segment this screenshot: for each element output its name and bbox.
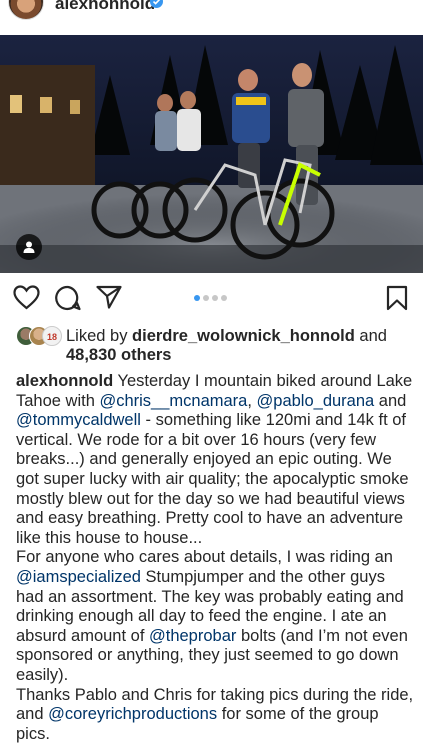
caption-paragraph: For anyone who cares about details, I wa… [16, 548, 414, 685]
mention-link[interactable]: @tommycaldwell [16, 411, 141, 429]
svg-text:18: 18 [47, 332, 57, 342]
caption-author[interactable]: alexhonnold [16, 372, 113, 390]
mention-link[interactable]: @coreyrichproductions [48, 705, 217, 723]
author-avatar[interactable] [8, 0, 44, 20]
carousel-dot [203, 295, 209, 301]
caption-text: For anyone who cares about details, I wa… [16, 548, 393, 567]
caption-text: - something like 120mi and 14k ft of ver… [16, 411, 409, 547]
caption-paragraph: alexhonnold Yesterday I mountain biked a… [16, 372, 414, 548]
likes-count[interactable]: 48,830 others [66, 345, 171, 365]
comment-icon[interactable] [55, 285, 81, 316]
carousel-dot [221, 295, 227, 301]
liked-by-user[interactable]: dierdre_wolownick_honnold [132, 327, 355, 345]
mention-link[interactable]: @pablo_durana [257, 392, 375, 410]
mention-link[interactable]: @iamspecialized [16, 568, 141, 586]
post-photo[interactable] [0, 35, 423, 273]
likes-section: 18 Liked by dierdre_wolownick_honnold an… [16, 325, 416, 365]
carousel-dot-active [194, 295, 200, 301]
post-caption: alexhonnold Yesterday I mountain biked a… [16, 372, 414, 744]
mention-link[interactable]: @chris__mcnamara [99, 392, 247, 410]
post-header: alexhonnold [0, 0, 423, 30]
caption-paragraph: Thanks Pablo and Chris for taking pics d… [16, 686, 414, 745]
verified-badge-icon [150, 0, 163, 8]
liked-by-text: Liked by dierdre_wolownick_honnold and [66, 326, 387, 346]
author-username[interactable]: alexhonnold [55, 0, 155, 14]
share-icon[interactable] [96, 285, 122, 314]
carousel-dot [212, 295, 218, 301]
liker-avatar[interactable]: 18 [42, 326, 62, 346]
caption-text: , [247, 391, 257, 410]
heart-icon[interactable] [13, 285, 40, 315]
bookmark-icon[interactable] [386, 285, 408, 316]
mention-link[interactable]: @theprobar [149, 627, 236, 645]
liked-by-prefix: Liked by [66, 327, 133, 345]
more-dots-icon[interactable] [392, 0, 410, 2]
person-tag-icon[interactable] [16, 234, 42, 260]
caption-text: and [374, 391, 407, 410]
liked-by-and: and [354, 327, 387, 345]
